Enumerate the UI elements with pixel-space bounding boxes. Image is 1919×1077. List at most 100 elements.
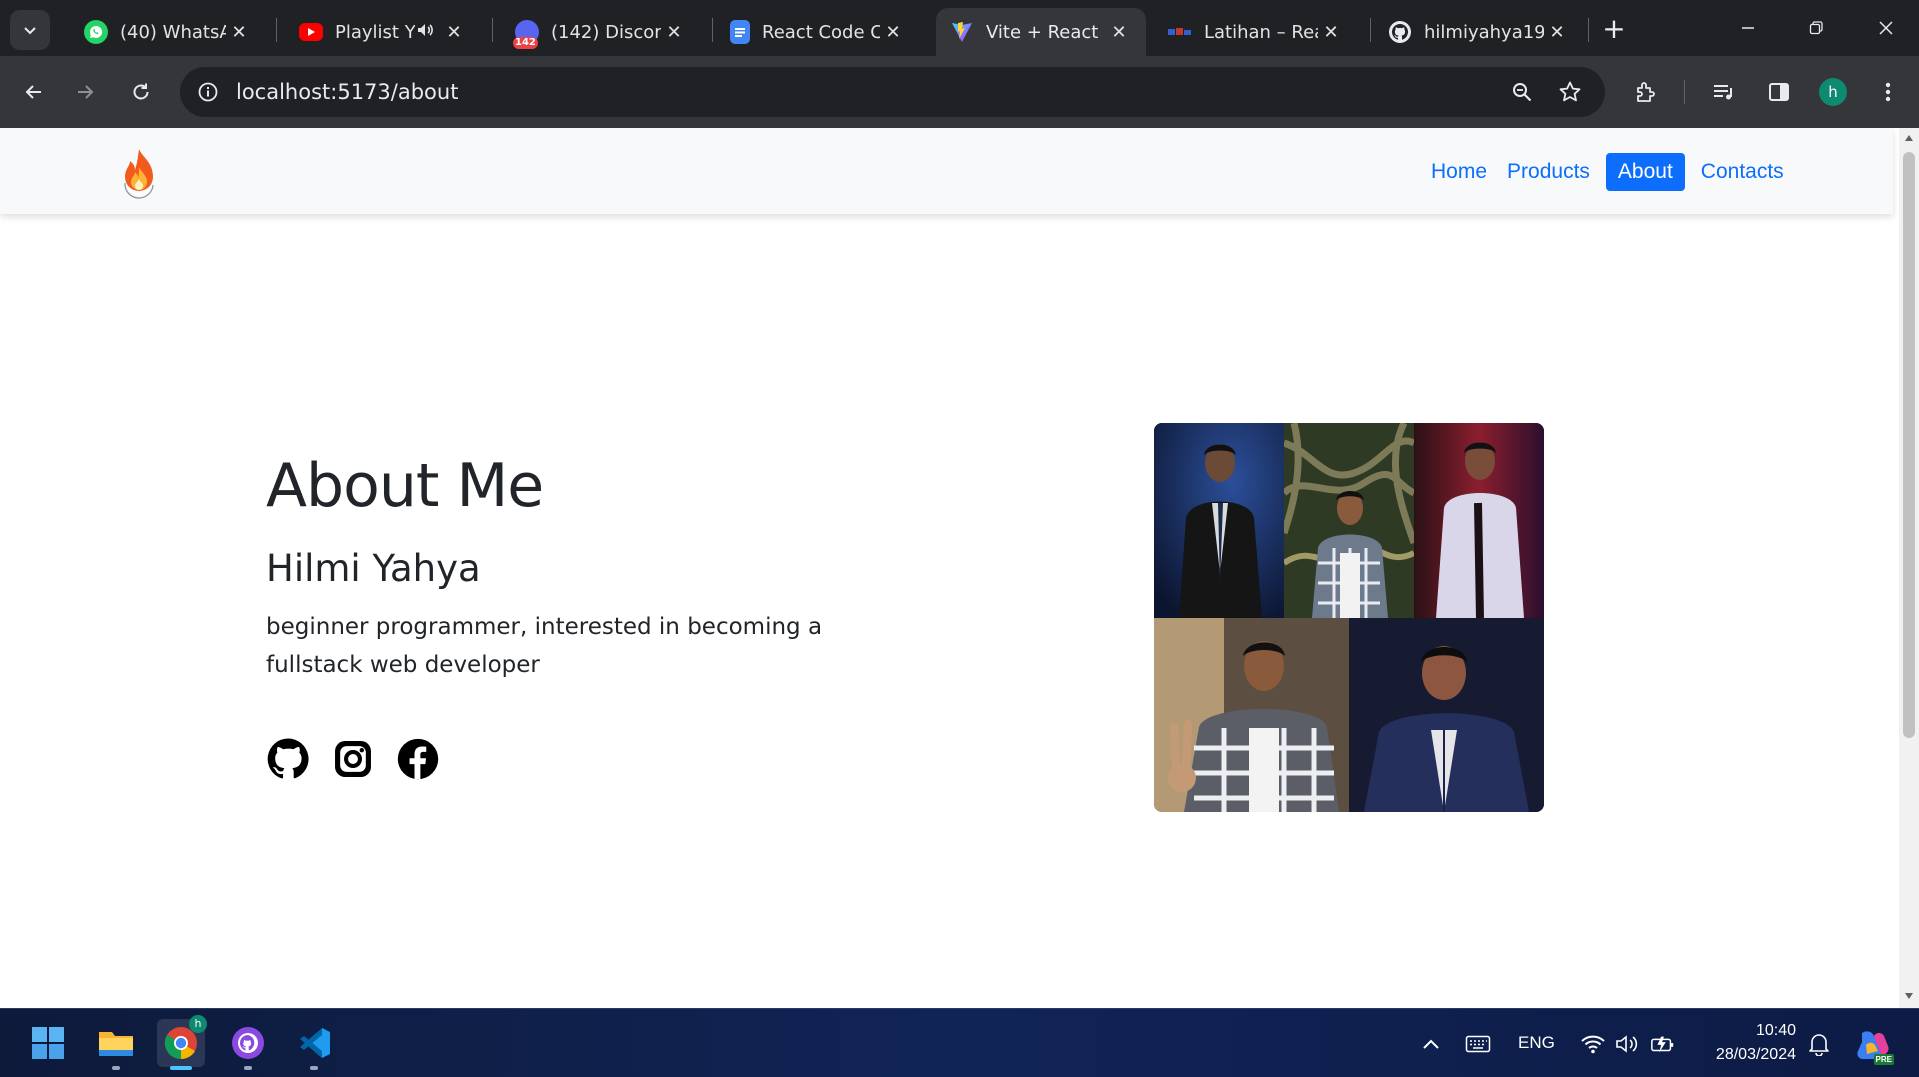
scroll-thumb[interactable] <box>1903 152 1915 738</box>
nav-link-about[interactable]: About <box>1605 153 1685 191</box>
tab-search-button[interactable] <box>10 10 50 50</box>
file-explorer-icon[interactable] <box>92 1019 140 1070</box>
arrow-right-icon <box>78 85 94 99</box>
scroll-down-icon[interactable] <box>1903 990 1915 1002</box>
keyboard-icon[interactable] <box>1465 1031 1491 1057</box>
new-tab-button[interactable]: + <box>1597 13 1631 47</box>
tab-title: Latihan – React <box>1204 21 1318 43</box>
instagram-icon[interactable] <box>331 737 375 781</box>
reload-button[interactable] <box>121 72 161 112</box>
social-links <box>266 737 440 781</box>
tab-title: React Code Compiler <box>762 21 880 43</box>
volume-icon[interactable] <box>1614 1031 1640 1057</box>
browser-tab-strip: (40) WhatsApp ✕ Playlist YOUTUBE ✕ 142 (… <box>0 0 1919 56</box>
tab-separator <box>492 18 493 42</box>
tab-title: (142) Discord | Friends <box>551 21 661 43</box>
tab-title: Playlist YOUTUBE <box>335 21 415 43</box>
arrow-left-icon <box>25 85 41 99</box>
vite-icon <box>950 20 974 44</box>
browser-tab-youtube[interactable]: Playlist YOUTUBE ✕ <box>285 8 481 56</box>
battery-icon[interactable] <box>1650 1031 1676 1057</box>
nav-link-home[interactable]: Home <box>1423 153 1495 191</box>
close-window-button[interactable] <box>1856 8 1916 48</box>
input-language[interactable]: ENG <box>1518 1033 1555 1053</box>
tab-close-icon[interactable]: ✕ <box>880 22 906 43</box>
tab-close-icon[interactable]: ✕ <box>226 22 252 43</box>
tab-close-icon[interactable]: ✕ <box>441 22 467 43</box>
photo-collage <box>1154 423 1544 812</box>
nav-link-contacts[interactable]: Contacts <box>1693 153 1792 191</box>
copilot-icon[interactable]: PRE <box>1852 1025 1894 1065</box>
browser-tab-google-docs[interactable]: React Code Compiler ✕ <box>716 8 920 56</box>
flame-logo-icon[interactable] <box>114 145 164 199</box>
google-docs-icon <box>730 20 750 44</box>
app-running-indicator <box>112 1066 120 1070</box>
page-scrollbar[interactable] <box>1899 128 1919 1008</box>
github-icon <box>1388 20 1412 44</box>
app-running-indicator <box>310 1066 318 1070</box>
github-desktop-icon[interactable] <box>224 1019 272 1070</box>
address-bar[interactable]: localhost:5173/about <box>180 67 1605 117</box>
clock-date: 28/03/2024 <box>1715 1046 1796 1063</box>
tab-close-icon[interactable]: ✕ <box>1318 22 1344 43</box>
back-button[interactable] <box>13 72 53 112</box>
site-icon <box>1168 20 1192 44</box>
wifi-icon[interactable] <box>1580 1031 1606 1057</box>
chevron-up-icon[interactable] <box>1418 1031 1444 1057</box>
restore-button[interactable] <box>1786 8 1846 48</box>
tab-title: (40) WhatsApp <box>120 21 226 43</box>
discord-icon: 142 <box>513 20 539 49</box>
browser-menu-icon[interactable] <box>1872 76 1904 108</box>
minimize-button[interactable] <box>1718 8 1778 48</box>
browser-tab-whatsapp[interactable]: (40) WhatsApp ✕ <box>70 8 266 56</box>
page-viewport: Home Products About Contacts About Me Hi… <box>0 128 1899 1008</box>
browser-tab-github[interactable]: hilmiyahya19/ ✕ <box>1374 8 1584 56</box>
youtube-icon <box>299 23 323 41</box>
scroll-up-icon[interactable] <box>1903 132 1915 144</box>
vscode-icon[interactable] <box>290 1019 338 1070</box>
windows-start-icon[interactable] <box>24 1019 72 1067</box>
person-description: beginner programmer, interested in becom… <box>266 614 823 678</box>
toolbar-separator <box>1684 80 1685 104</box>
photo-peace-sign-plaid <box>1154 618 1349 812</box>
site-info-icon[interactable] <box>194 78 222 106</box>
photo-jacket-tie-pose <box>1154 423 1284 618</box>
clock-time: 10:40 <box>1755 1022 1796 1039</box>
speaker-icon[interactable] <box>415 20 435 45</box>
tab-close-icon[interactable]: ✕ <box>661 22 687 43</box>
restore-icon <box>1809 21 1823 35</box>
facebook-icon[interactable] <box>396 737 440 781</box>
profile-avatar[interactable]: h <box>1819 78 1847 106</box>
photo-denim-jacket-smile <box>1349 618 1544 812</box>
notification-bell-icon[interactable] <box>1806 1031 1832 1057</box>
system-clock[interactable]: 10:40 28/03/2024 <box>1700 1019 1796 1067</box>
close-icon <box>1879 21 1893 35</box>
zoom-icon[interactable] <box>1508 78 1536 106</box>
github-icon[interactable] <box>266 737 310 781</box>
address-url[interactable]: localhost:5173/about <box>236 78 458 106</box>
minimize-icon <box>1742 27 1754 29</box>
bookmark-star-icon[interactable] <box>1556 78 1584 106</box>
tab-close-icon[interactable]: ✕ <box>1106 22 1132 43</box>
chrome-icon[interactable]: h <box>157 1015 207 1070</box>
tab-separator <box>712 18 713 42</box>
tab-separator <box>1370 18 1371 42</box>
photo-tree-roots-plaid-shirt <box>1284 423 1414 618</box>
forward-button[interactable] <box>66 72 106 112</box>
browser-tab-discord[interactable]: 142 (142) Discord | Friends ✕ <box>501 8 701 56</box>
photo-white-shirt-neon <box>1414 423 1544 618</box>
browser-tab-latihan[interactable]: Latihan – React ✕ <box>1154 8 1358 56</box>
reload-icon <box>133 83 149 100</box>
browser-tab-vite-react[interactable]: Vite + React ✕ <box>936 8 1146 56</box>
nav-link-products[interactable]: Products <box>1499 153 1598 191</box>
extensions-icon[interactable] <box>1630 76 1662 108</box>
tab-title: hilmiyahya19/ <box>1424 21 1544 43</box>
tab-separator <box>1588 18 1589 42</box>
side-panel-icon[interactable] <box>1763 76 1795 108</box>
site-navbar: Home Products About Contacts <box>0 128 1893 214</box>
media-control-icon[interactable] <box>1708 76 1740 108</box>
windows-taskbar: h ENG 10:40 28/03/2024 PRE <box>0 1008 1919 1077</box>
nav-links: Home Products About Contacts <box>1423 153 1792 191</box>
person-name: Hilmi Yahya <box>266 547 481 590</box>
tab-close-icon[interactable]: ✕ <box>1544 22 1570 43</box>
